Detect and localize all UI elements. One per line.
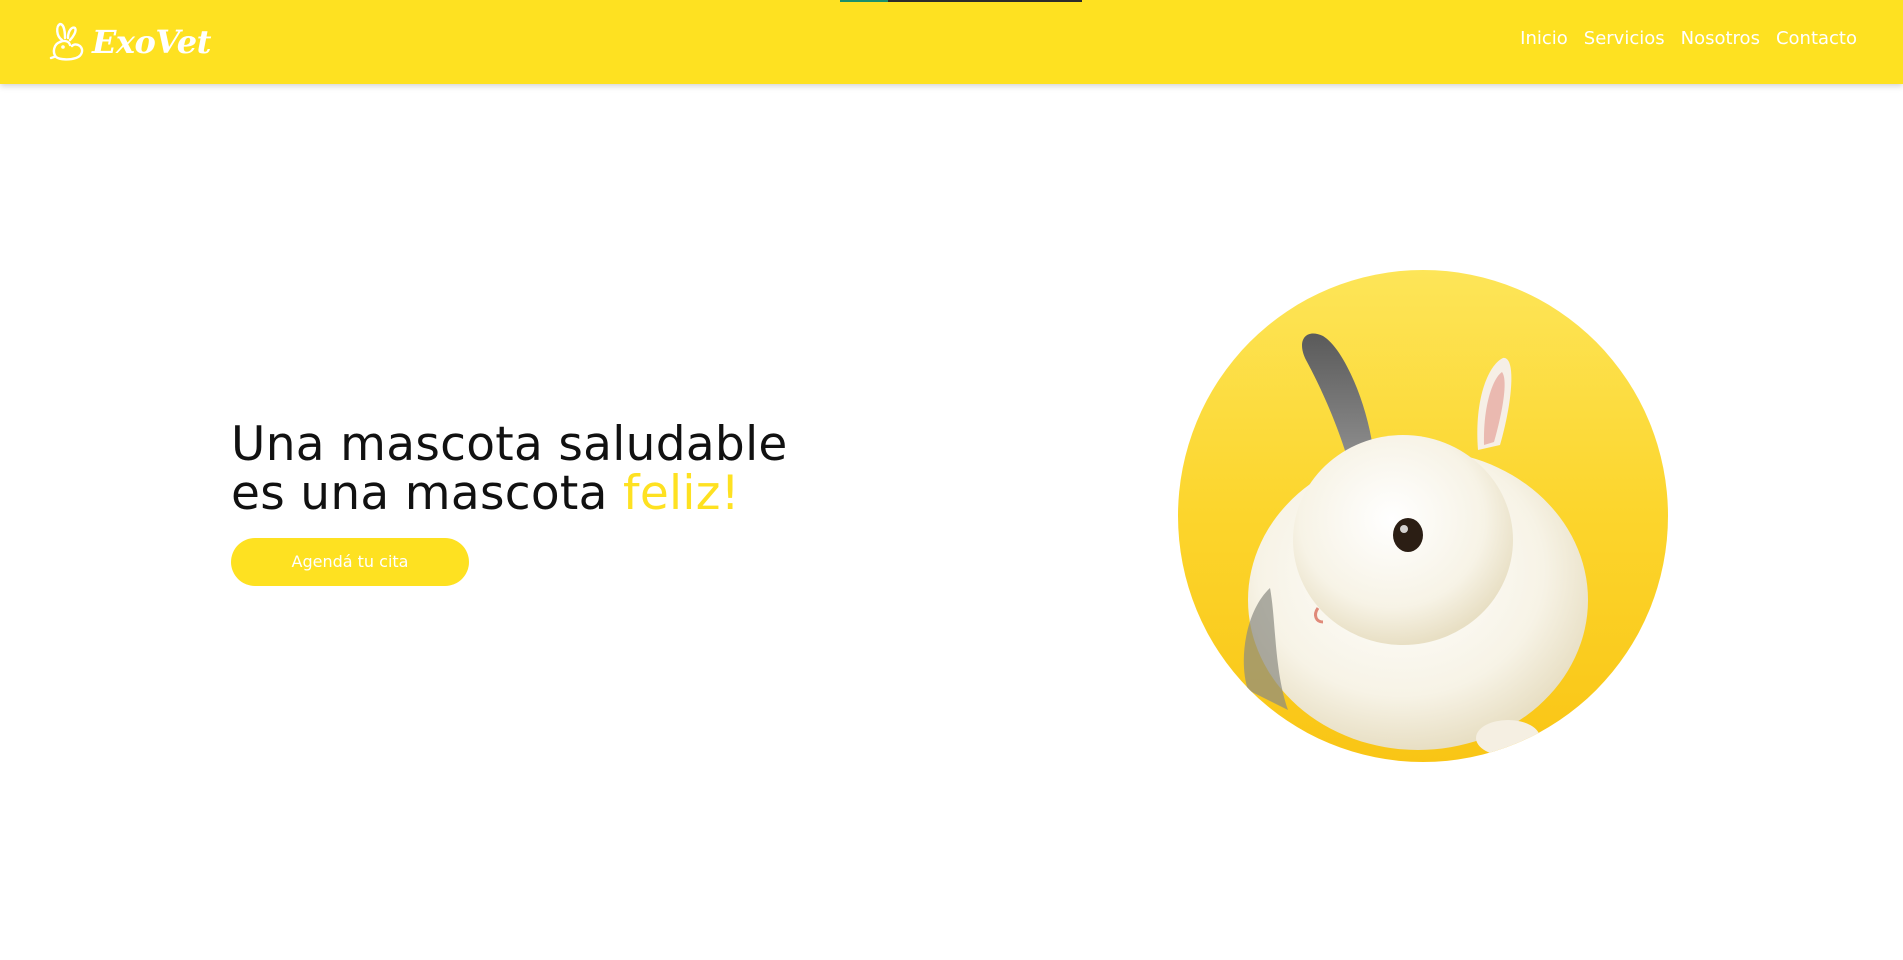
rabbit-icon bbox=[48, 22, 86, 62]
top-navbar: ExoVet Inicio Servicios Nosotros Contact… bbox=[0, 0, 1903, 84]
nav-link-nosotros[interactable]: Nosotros bbox=[1681, 28, 1760, 49]
hero-headline: Una mascota saludable es una mascota fel… bbox=[231, 420, 788, 518]
main-nav: Inicio Servicios Nosotros Contacto bbox=[1520, 28, 1857, 49]
top-progress-accent bbox=[840, 0, 888, 2]
brand-logo-link[interactable]: ExoVet bbox=[48, 20, 211, 64]
nav-link-contacto[interactable]: Contacto bbox=[1776, 28, 1857, 49]
nav-link-servicios[interactable]: Servicios bbox=[1584, 28, 1665, 49]
hero-rabbit-image bbox=[1178, 270, 1668, 762]
headline-line-1: Una mascota saludable bbox=[231, 417, 788, 472]
hero-text-block: Una mascota saludable es una mascota fel… bbox=[231, 420, 788, 586]
book-appointment-button[interactable]: Agendá tu cita bbox=[231, 538, 469, 586]
headline-accent-word: feliz! bbox=[623, 466, 740, 521]
headline-line-2: es una mascota bbox=[231, 466, 623, 521]
brand-name: ExoVet bbox=[92, 23, 211, 61]
nav-link-inicio[interactable]: Inicio bbox=[1520, 28, 1568, 49]
